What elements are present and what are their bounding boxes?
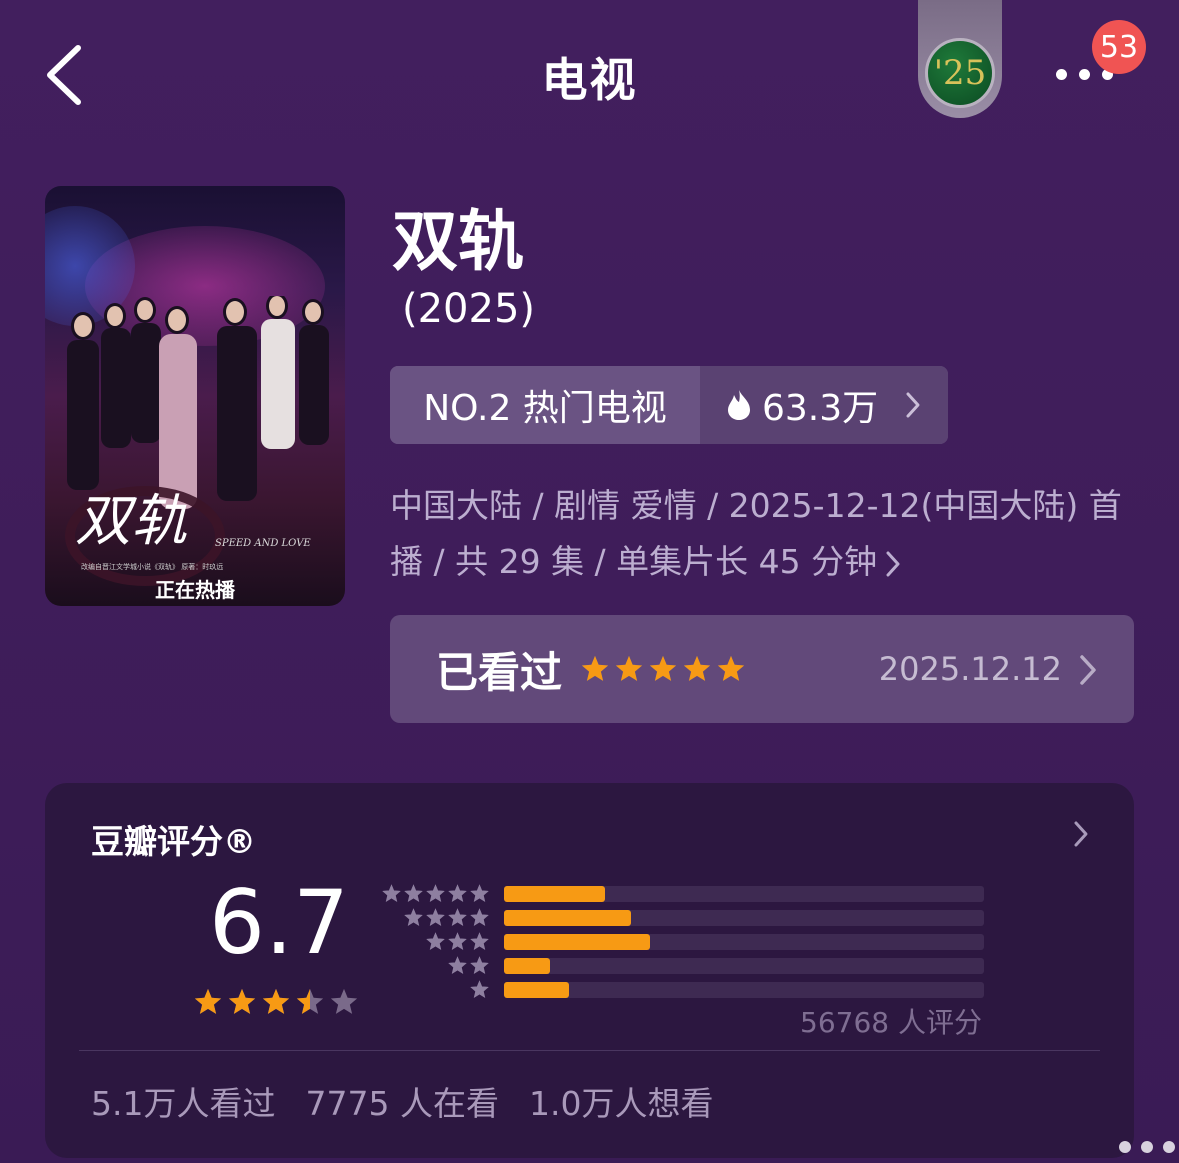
divider [79,1050,1100,1051]
distribution-row-3-star [383,931,987,955]
heat-value: 63.3万 [762,388,879,429]
rank-label: NO.2 热门电视 [390,366,700,444]
star-icon [470,884,489,902]
distribution-bar [504,886,605,902]
star-icon [470,908,489,926]
rank-button[interactable]: NO.2 热门电视 63.3万 [390,366,948,444]
star-icon [470,932,489,950]
star-icon [649,655,677,681]
star-icon [581,655,609,681]
page: 电视 '25 53 双轨 SPEED AND LOVE 改编自晋江文学城小说《双… [0,0,1179,1163]
poster-credit: 改编自晋江文学城小说《双轨》 原著：时玖远 [81,563,224,571]
fire-icon [728,390,750,420]
star-icon [404,908,423,926]
distribution-track [504,934,984,950]
show-meta[interactable]: 中国大陆 / 剧情 爱情 / 2025-12-12(中国大陆) 首 播 / 共 … [390,478,1130,590]
watched-label: 已看过 [436,647,563,697]
distribution-stars [381,883,490,904]
poster-subtitle: SPEED AND LOVE [215,538,311,549]
distribution-track [504,958,984,974]
distribution-row-2-star [383,955,987,979]
star-icon [683,655,711,681]
distribution-bar [504,934,651,950]
distribution-bar [504,910,632,926]
poster-image[interactable]: 双轨 SPEED AND LOVE 改编自晋江文学城小说《双轨》 原著：时玖远 … [45,186,345,606]
audience-stats: 5.1万人看过 7775 人在看 1.0万人想看 [91,1077,713,1125]
distribution-track [504,982,984,998]
star-icon [296,988,324,1014]
distribution-stars [469,979,490,1000]
star-icon [426,932,445,950]
star-icon [262,988,290,1014]
chevron-right-icon [1080,655,1096,685]
distribution-row-5-star [381,883,987,907]
star-icon [615,655,643,681]
page-title: 电视 [541,53,638,107]
distribution-stars [403,907,490,928]
distribution-stars [425,931,490,952]
star-icon [228,988,256,1014]
star-icon [717,655,745,681]
douban-rating-card[interactable]: 豆瓣评分® 6.7 56768 人评分 5.1万人看过 7775 人在看 1.0… [45,783,1134,1158]
more-dots-icon[interactable] [1119,1141,1175,1153]
watched-date: 2025.12.12 [878,650,1062,688]
distribution-bar [504,982,569,998]
distribution-track [504,886,984,902]
my-rating-stars [580,654,746,684]
star-icon [448,956,467,974]
chevron-right-icon [886,551,900,576]
star-icon [470,956,489,974]
star-icon [330,988,358,1014]
poster-title: 双轨 [75,489,187,554]
star-icon [194,988,222,1014]
chevron-right-icon [906,392,920,418]
heat-section: 63.3万 [700,366,948,444]
year-badge-icon[interactable]: '25 [925,38,995,108]
watched-status-button[interactable]: 已看过 2025.12.12 [390,615,1134,723]
distribution-row-4-star [383,907,987,931]
rating-score-stars [193,987,359,1017]
distribution-track [504,910,984,926]
rating-score: 6.7 [209,871,349,974]
distribution-row-1-star [383,979,987,1003]
show-title: 双轨 [392,203,524,280]
star-icon [426,884,445,902]
star-icon [382,884,401,902]
rating-count: 56768 人评分 [800,1006,982,1039]
distribution-stars [447,955,490,976]
star-icon [470,980,489,998]
rating-distribution [381,883,987,1003]
star-icon [426,908,445,926]
star-icon [448,908,467,926]
chevron-right-icon[interactable] [1072,819,1090,849]
poster-status: 正在热播 [155,578,235,602]
stat-watching[interactable]: 7775 人在看 [305,1077,498,1125]
star-icon [448,884,467,902]
stat-want[interactable]: 1.0万人想看 [529,1077,713,1125]
show-year: (2025) [402,286,536,332]
notification-badge[interactable]: 53 [1092,20,1146,74]
distribution-bar [504,958,550,974]
meta-line-2: 播 / 共 29 集 / 单集片长 45 分钟 [390,542,878,581]
star-icon [448,932,467,950]
rating-title: 豆瓣评分® [91,822,256,861]
meta-line-1: 中国大陆 / 剧情 爱情 / 2025-12-12(中国大陆) 首 [390,486,1122,525]
star-icon [404,884,423,902]
stat-watched[interactable]: 5.1万人看过 [91,1077,275,1125]
